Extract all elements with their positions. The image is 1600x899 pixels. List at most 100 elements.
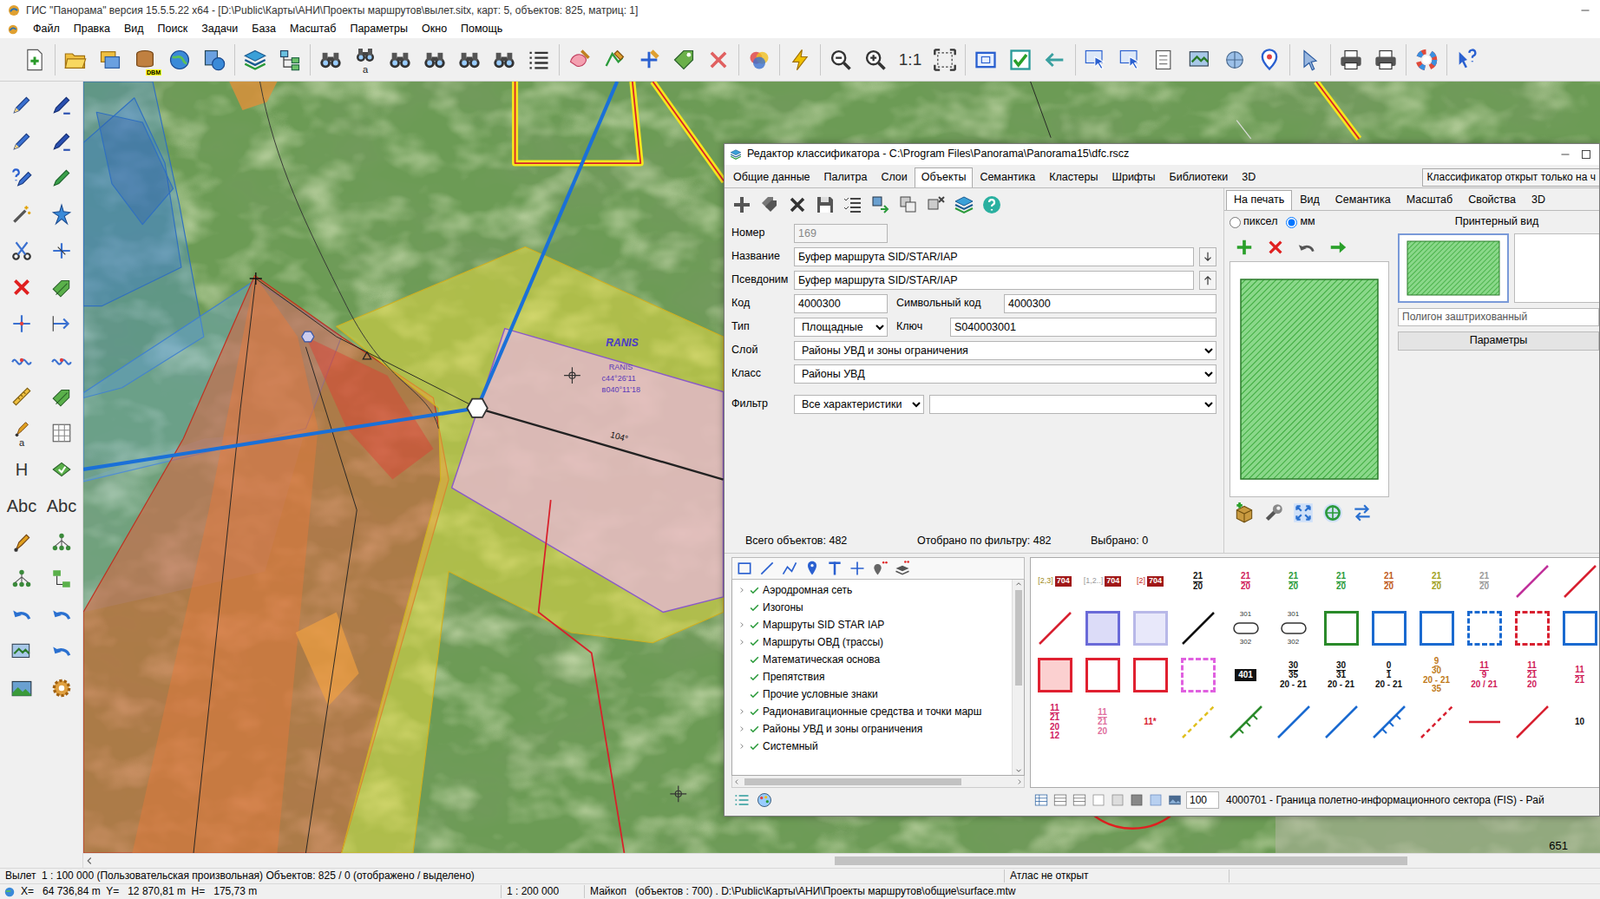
symbol-cell[interactable] [1555,557,1600,605]
symbol-cell[interactable]: [2]704 [1126,557,1174,605]
edit-tool-button[interactable] [3,633,40,670]
symbol-cell[interactable]: 2120 [1269,557,1318,605]
symbol-cell[interactable]: [2,3]704 [1030,557,1079,605]
menu-item[interactable]: Вид [124,22,145,37]
expand-icon[interactable] [737,603,747,612]
layer-item[interactable]: Радионавигационные средства и точки марш [732,702,1012,721]
cp-icon[interactable] [898,194,919,216]
classifier-tab[interactable]: Палитра [817,167,875,188]
toolbar-button[interactable] [823,40,859,79]
scroll-left-icon[interactable] [732,777,741,787]
edit-tool-button[interactable]: a [3,414,40,452]
symbol-cell[interactable] [1460,698,1509,746]
tpin-icon[interactable] [803,559,821,578]
classifier-tab[interactable]: Кластеры [1042,167,1105,188]
symbol-cell[interactable]: 2120 [1173,557,1222,605]
symbol-cell[interactable]: 0120 - 21 [1364,651,1413,699]
zoom-input[interactable] [1186,791,1220,809]
layer-checkbox[interactable] [748,723,761,735]
arrowgreen-icon[interactable] [1328,237,1348,257]
edit-tool-button[interactable] [43,524,80,561]
symbol-cell[interactable]: 2120 [1412,557,1461,605]
layer-item[interactable]: Системный [732,737,1012,755]
classifier-tab[interactable]: Семантика [972,167,1043,188]
toolbar-button[interactable] [1333,40,1369,79]
map-scrollbar[interactable] [83,852,1600,868]
toolbar-button[interactable] [237,40,273,79]
save-icon[interactable] [814,194,836,216]
delx-icon[interactable] [925,194,947,216]
filter-value-select[interactable] [929,394,1217,414]
gsq3-icon[interactable] [1128,792,1145,808]
expand-icon[interactable] [737,741,747,751]
toolbar-button[interactable] [782,40,818,79]
toolbar-button[interactable] [1003,40,1038,79]
symbol-cell[interactable] [1126,604,1174,652]
symbol-cell[interactable]: 303520 - 21 [1269,651,1318,699]
edit-tool-button[interactable] [43,560,80,597]
symbol-cell[interactable] [1078,651,1127,699]
symbol-cell[interactable] [1508,698,1556,746]
layer-checkbox[interactable] [748,688,761,701]
classifier-tab[interactable]: 3D [1234,167,1263,188]
layer-checkbox[interactable] [748,619,761,631]
scroll-left-icon[interactable] [83,854,96,867]
scroll-right-icon[interactable] [1015,777,1024,787]
menu-item[interactable]: Файл [32,22,60,37]
target-icon[interactable] [1321,501,1345,525]
symbol-cell[interactable] [1173,651,1222,699]
symbol-cell[interactable] [1508,557,1556,605]
symbol-cell[interactable] [1412,698,1461,746]
symbol-cell[interactable] [1460,604,1509,652]
trect-icon[interactable] [735,559,754,578]
layer-item[interactable]: Аэродромная сеть [732,581,1012,599]
symbol-cell[interactable]: 93020 - 2135 [1412,651,1461,699]
toolbar-button[interactable] [631,40,667,79]
unit-radio[interactable] [1229,216,1241,229]
edit-tool-button[interactable] [43,451,80,488]
unit-option[interactable]: пиксел [1229,215,1278,230]
symbol-cell[interactable]: 2120 [1317,557,1365,605]
toolbar-button[interactable]: DBM [127,40,163,79]
layer-item[interactable]: Препятствия [732,668,1012,686]
edit-tool-button[interactable] [3,378,40,415]
menu-item[interactable]: База [251,22,276,37]
scroll-down-icon[interactable] [1014,766,1023,775]
edit-tool-button[interactable] [3,268,40,306]
menu-item[interactable]: Поиск [157,22,189,37]
toolbar-button[interactable] [1368,40,1404,79]
menu-item[interactable]: Окно [421,22,447,37]
expand-icon[interactable] [737,637,747,647]
app-menu-icon[interactable] [6,23,20,36]
xred-icon[interactable] [1265,237,1286,257]
symbol-cell[interactable] [1317,698,1365,746]
symbol-cell[interactable]: 301302 [1269,604,1318,652]
expand-icon[interactable] [737,620,747,630]
layer-checkbox[interactable] [748,740,761,753]
edit-tool-button[interactable] [43,305,80,342]
toolbar-button[interactable] [521,40,557,79]
edit-tool-button[interactable] [43,268,80,306]
edit-tool-button[interactable] [3,232,40,269]
toolbar-button[interactable] [596,40,632,79]
toolbar-button[interactable] [1292,40,1328,79]
symbol-cell[interactable]: 11920 / 21 [1460,651,1509,699]
tpoly-icon[interactable] [780,559,799,578]
toolbar-button[interactable] [666,40,702,79]
symbol-cell[interactable]: 401 [1221,651,1270,699]
edit-tool-button[interactable] [3,86,40,124]
symbol-cell[interactable]: 1121 [1555,651,1600,699]
gsq1-icon[interactable] [1090,792,1107,808]
layer-checkbox[interactable] [748,706,761,718]
edit-tool-button[interactable] [3,560,40,597]
edit-tool-button[interactable] [43,232,80,269]
symbol-cell[interactable]: 2120 [1460,557,1509,605]
toolbar-button[interactable] [1037,40,1073,79]
layer-checkbox[interactable] [748,654,761,666]
unit-option[interactable]: мм [1285,215,1315,230]
wrench-icon[interactable] [1262,501,1286,525]
unit-radio[interactable] [1285,216,1298,229]
params-button[interactable]: Параметры [1397,331,1600,351]
xblack-icon[interactable] [786,194,808,216]
gtable2-icon[interactable] [1071,792,1088,808]
